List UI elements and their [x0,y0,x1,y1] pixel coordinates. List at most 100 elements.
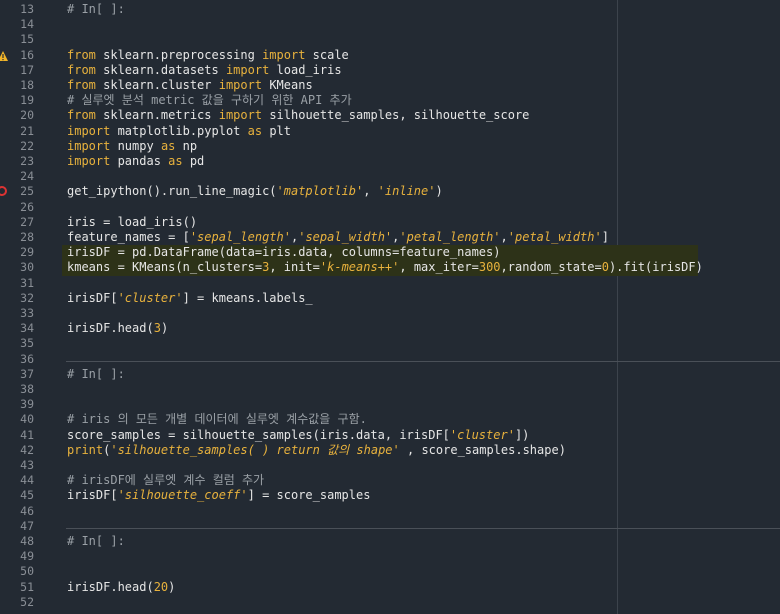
code-token: # irisDF에 실루엣 계수 컬럼 추가 [67,473,265,488]
line-number: 30 [20,260,34,275]
code-token: sklearn.cluster [95,78,219,92]
line-number: 15 [20,32,34,47]
code-token: 'sepal_width' [298,230,393,244]
code-line[interactable]: 43 [0,458,780,473]
code-line[interactable]: 26 [0,200,780,215]
code-line[interactable]: 25 get_ipython().run_line_magic('matplotl… [0,184,780,199]
code-token: ).fit(irisDF) [608,260,703,275]
line-number: 40 [20,412,34,427]
code-line[interactable]: 24 [0,169,780,184]
code-line[interactable]: 16 from sklearn.preprocessing import scal… [0,48,780,63]
code-text: from sklearn.cluster import KMeans [67,78,313,93]
code-line[interactable]: 17 from sklearn.datasets import load_iris [0,63,780,78]
code-line[interactable]: 21 import matplotlib.pyplot as plt [0,124,780,139]
line-number: 50 [20,564,34,579]
code-token: as [160,138,176,153]
line-number: 46 [20,503,34,518]
code-text: irisDF.head(3) [67,321,168,336]
line-number: 26 [20,199,34,214]
code-line[interactable]: 40 # iris 의 모든 개별 데이터에 실루엣 계수값을 구함. [0,412,780,427]
code-editor[interactable]: 13 # In[ ]: 14 15 16 from sklearn.preprocessi… [0,0,780,614]
line-number: 14 [20,17,34,32]
code-token: 'k-means++' [319,260,400,275]
line-number: 44 [20,473,34,488]
code-line[interactable]: 27 iris = load_iris() [0,215,780,230]
code-text: score_samples = silhouette_samples(iris.… [67,428,529,443]
code-token: from [67,62,96,77]
code-line[interactable]: 39 [0,397,780,412]
code-token: 0 [601,260,609,275]
code-token: sklearn.preprocessing [95,47,263,62]
code-line[interactable]: 33 [0,306,780,321]
code-line[interactable]: 52 [0,595,780,610]
code-token: from [67,47,96,62]
code-text: kmeans = KMeans(n_clusters=3, init='k-me… [67,260,703,275]
code-line[interactable]: 14 [0,17,780,32]
code-line[interactable]: 32 irisDF['cluster'] = kmeans.labels_ [0,291,780,306]
line-number: 13 [20,2,34,16]
code-line[interactable]: 18 from sklearn.cluster import KMeans [0,78,780,93]
code-line[interactable]: 13 # In[ ]: [0,2,780,17]
code-token: 'sepal_length' [189,230,291,244]
code-token: irisDF[ [67,488,118,503]
line-number: 29 [20,245,34,260]
code-token: import [262,47,306,62]
code-token: import [67,138,111,153]
code-text: from sklearn.metrics import silhouette_s… [67,108,529,123]
code-line[interactable]: 51 irisDF.head(20) [0,580,780,595]
code-token: from [67,78,96,92]
code-line[interactable]: 36 [0,352,780,367]
code-line[interactable]: 41 score_samples = silhouette_samples(iri… [0,428,780,443]
code-line[interactable]: 49 [0,549,780,564]
warning-icon[interactable] [0,50,8,61]
code-token: sklearn.metrics [95,108,219,123]
code-text: irisDF.head(20) [67,580,175,595]
code-line[interactable]: 48 # In[ ]: [0,534,780,549]
line-number: 28 [20,230,34,244]
code-text: import numpy as np [67,139,197,154]
code-line[interactable]: 38 [0,382,780,397]
code-token: , max_iter= [399,260,479,275]
code-token: , [363,184,378,199]
code-line[interactable]: 37 # In[ ]: [0,367,780,382]
code-line[interactable]: 20 from sklearn.metrics import silhouette… [0,108,780,123]
code-token: load_iris [269,62,342,77]
code-token: scale [305,47,349,62]
line-number: 38 [20,382,34,396]
code-line[interactable]: 35 [0,336,780,351]
code-line[interactable]: 42 print('silhouette_samples( ) return 값의… [0,443,780,458]
code-line[interactable]: 44 # irisDF에 실루엣 계수 컬럼 추가 [0,473,780,488]
code-text: irisDF['silhouette_coeff'] = score_sampl… [67,488,370,503]
line-number: 19 [20,93,34,108]
code-line[interactable]: 34 irisDF.head(3) [0,321,780,336]
code-line[interactable]: 47 [0,519,780,534]
code-token: irisDF.head( [67,321,154,336]
code-line[interactable]: 15 [0,32,780,47]
code-token: ) [168,579,176,594]
code-line[interactable]: 31 [0,276,780,291]
code-line[interactable]: 28 feature_names = ['sepal_length', 'sepal… [0,230,780,245]
code-line[interactable]: 29 irisDF = pd.DataFrame(data=iris.data, … [0,245,780,260]
line-number: 34 [20,321,34,336]
code-token: irisDF = pd.DataFrame(data=iris.data, co… [67,245,501,260]
line-number: 37 [20,366,34,381]
code-token: 3 [153,321,161,336]
code-token: 'silhouette_samples( ) return 값의 shape' [110,442,400,457]
code-line[interactable]: 22 import numpy as np [0,139,780,154]
code-line[interactable]: 23 import pandas as pd [0,154,780,169]
code-token: ,random_state= [500,260,602,275]
code-token: 'silhouette_coeff' [117,488,248,503]
code-token: 'petal_width' [507,230,602,244]
code-token: print [67,442,104,457]
code-token: ] [601,230,609,244]
line-number: 52 [20,594,34,609]
code-line[interactable]: 19 # 실루엣 분석 metric 값을 구하기 위한 API 추가 [0,93,780,108]
code-token: irisDF[ [67,290,118,305]
code-text: import pandas as pd [67,154,204,169]
code-line[interactable]: 46 [0,504,780,519]
line-number: 17 [20,62,34,77]
code-line[interactable]: 30 kmeans = KMeans(n_clusters=3, init='k-… [0,260,780,275]
code-line[interactable]: 50 [0,564,780,579]
code-token: 'cluster' [117,290,183,305]
code-line[interactable]: 45 irisDF['silhouette_coeff'] = score_sam… [0,488,780,503]
